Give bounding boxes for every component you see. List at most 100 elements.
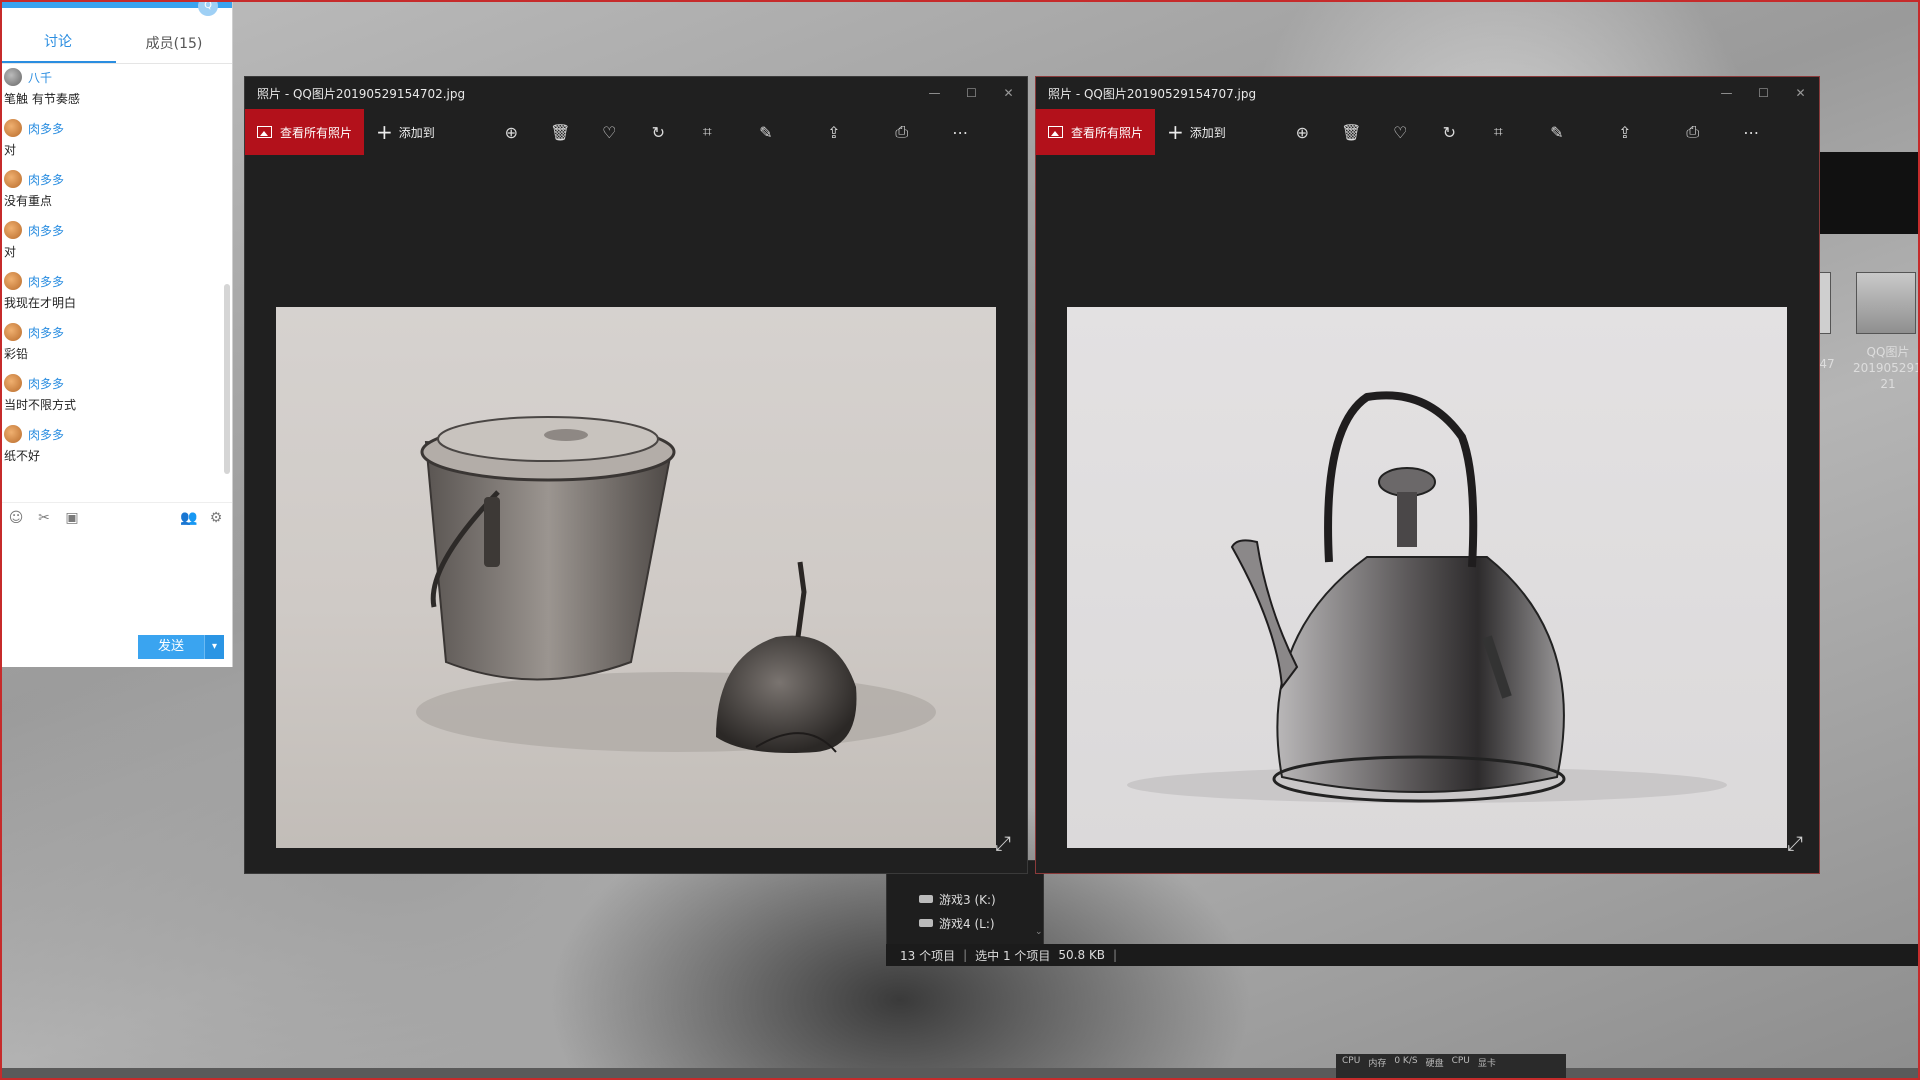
taskbar-strip [0, 1068, 1920, 1080]
minimize-icon[interactable]: — [916, 86, 953, 100]
message-item: 肉多多 我现在才明白 [4, 270, 228, 311]
zoom-in-icon[interactable]: ⊕ [487, 123, 536, 142]
sender-name[interactable]: 肉多多 [28, 375, 64, 392]
thumbnail[interactable] [1856, 272, 1916, 334]
add-to-label: 添加到 [1189, 125, 1226, 140]
avatar[interactable] [4, 119, 22, 137]
more-icon[interactable]: ⋯ [1727, 123, 1776, 142]
message-item: 肉多多 纸不好 [4, 423, 228, 464]
zoom-in-icon[interactable]: ⊕ [1278, 123, 1327, 142]
more-icon[interactable]: ⋯ [936, 123, 985, 142]
sender-name[interactable]: 肉多多 [28, 273, 64, 290]
plus-icon: + [376, 120, 393, 144]
drive-item[interactable]: 游戏3 (K:) [887, 887, 1043, 911]
close-icon[interactable]: ✕ [990, 86, 1027, 100]
thumbnail-label-line: QQ图片 [1866, 345, 1910, 359]
maximize-icon[interactable]: ☐ [1745, 86, 1782, 100]
rotate-icon[interactable]: ↻ [634, 123, 683, 142]
close-icon[interactable]: ✕ [1782, 86, 1819, 100]
title-bar[interactable]: 照片 - QQ图片20190529154707.jpg — ☐ ✕ [1036, 77, 1819, 109]
message-text: 我现在才明白 [4, 296, 77, 310]
drive-label: 游戏4 (L:) [939, 916, 995, 931]
print-icon[interactable]: ⎙ [1659, 122, 1727, 142]
rotate-icon[interactable]: ↻ [1425, 123, 1474, 142]
send-button[interactable]: 发送 [138, 635, 204, 659]
photo-icon [1048, 126, 1063, 138]
image-icon[interactable]: ▣ [64, 510, 80, 526]
avatar[interactable] [4, 272, 22, 290]
message-item: 肉多多 当时不限方式 [4, 372, 228, 413]
perf-label: 显卡 [1477, 1059, 1496, 1069]
view-all-photos-button[interactable]: 查看所有照片 [245, 109, 365, 155]
delete-icon[interactable]: 🗑 [1327, 123, 1376, 142]
minimize-icon[interactable]: — [1708, 86, 1745, 100]
send-controls: 发送 ▾ [138, 635, 224, 659]
expand-icon[interactable]: ⤢ [995, 831, 1011, 855]
send-options-dropdown[interactable]: ▾ [204, 635, 224, 659]
avatar[interactable] [4, 221, 22, 239]
add-to-button[interactable]: + 添加到 [1155, 122, 1238, 142]
title-bar[interactable]: 照片 - QQ图片20190529154702.jpg — ☐ ✕ [245, 77, 1027, 109]
thumbnail-label-line: 2019052915 [1853, 361, 1920, 375]
edit-icon[interactable]: ✎ [1523, 123, 1591, 142]
avatar[interactable] [4, 323, 22, 341]
avatar[interactable] [4, 68, 22, 86]
crop-icon[interactable]: ⌗ [1474, 122, 1523, 142]
heart-icon[interactable]: ♡ [1376, 123, 1425, 142]
sender-name[interactable]: 八千 [28, 69, 52, 86]
plus-icon: + [1167, 120, 1184, 144]
chat-tabs: 讨论 成员(15) [0, 8, 232, 64]
perf-label: 内存 [1368, 1059, 1387, 1069]
photos-window-1: 照片 - QQ图片20190529154702.jpg — ☐ ✕ 查看所有照片… [244, 76, 1028, 874]
expand-icon[interactable]: ⤢ [1787, 831, 1803, 855]
crop-icon[interactable]: ⌗ [683, 122, 732, 142]
add-to-button[interactable]: + 添加到 [364, 122, 447, 142]
view-all-label: 查看所有照片 [1071, 125, 1144, 140]
print-icon[interactable]: ⎙ [868, 122, 936, 142]
avatar[interactable] [4, 374, 22, 392]
emoji-icon[interactable]: ☺ [8, 510, 24, 526]
perf-label: CPU [1451, 1056, 1470, 1066]
sender-name[interactable]: 肉多多 [28, 426, 64, 443]
scissors-icon[interactable]: ✂ [36, 510, 52, 526]
maximize-icon[interactable]: ☐ [953, 86, 990, 100]
photo-pot-and-pumpkin[interactable] [276, 307, 996, 848]
photos-window-2: 照片 - QQ图片20190529154707.jpg — ☐ ✕ 查看所有照片… [1035, 76, 1820, 874]
heart-icon[interactable]: ♡ [585, 123, 634, 142]
window-title: 照片 - QQ图片20190529154707.jpg [1048, 86, 1257, 101]
message-input[interactable] [0, 532, 232, 638]
tab-members[interactable]: 成员(15) [116, 33, 232, 63]
drive-item[interactable]: 游戏4 (L:) [887, 911, 1043, 935]
message-item: 八千 笔触 有节奏感 [4, 66, 228, 107]
message-text: 笔触 有节奏感 [4, 92, 80, 106]
message-text: 对 [4, 143, 17, 157]
avatar[interactable] [4, 170, 22, 188]
avatar[interactable] [4, 425, 22, 443]
explorer-status-bar: 13 个项目 | 选中 1 个项目 50.8 KB | [886, 944, 1920, 966]
selected-count: 选中 1 个项目 [975, 948, 1051, 963]
sender-name[interactable]: 肉多多 [28, 120, 64, 137]
explorer-header-strip [1820, 152, 1920, 234]
message-item: 肉多多 对 [4, 219, 228, 260]
share-icon[interactable]: ⇪ [800, 123, 868, 142]
perf-label: 硬盘 [1425, 1059, 1444, 1069]
message-list[interactable]: 八千 笔触 有节奏感 肉多多 对 肉多多 没有重点 肉多多 对 肉多多 我现在才… [0, 64, 232, 502]
perf-label: 0 K/S [1394, 1056, 1418, 1066]
members-icon[interactable]: 👥 [180, 510, 197, 526]
share-icon[interactable]: ⇪ [1591, 123, 1659, 142]
sender-name[interactable]: 肉多多 [28, 324, 64, 341]
sender-name[interactable]: 肉多多 [28, 171, 64, 188]
chat-topbar: Q [0, 0, 232, 16]
view-all-photos-button[interactable]: 查看所有照片 [1036, 109, 1156, 155]
sketch-drawing [416, 416, 936, 753]
chat-scrollbar[interactable] [224, 284, 230, 474]
sender-name[interactable]: 肉多多 [28, 222, 64, 239]
gear-icon[interactable]: ⚙ [208, 510, 224, 526]
delete-icon[interactable]: 🗑 [536, 123, 585, 142]
edit-icon[interactable]: ✎ [732, 123, 800, 142]
tab-discussion[interactable]: 讨论 [0, 31, 116, 63]
divider: | [963, 948, 968, 962]
photo-kettle[interactable] [1067, 307, 1787, 848]
thumbnail-label-line: 21 [1880, 377, 1896, 391]
add-to-label: 添加到 [398, 125, 435, 140]
